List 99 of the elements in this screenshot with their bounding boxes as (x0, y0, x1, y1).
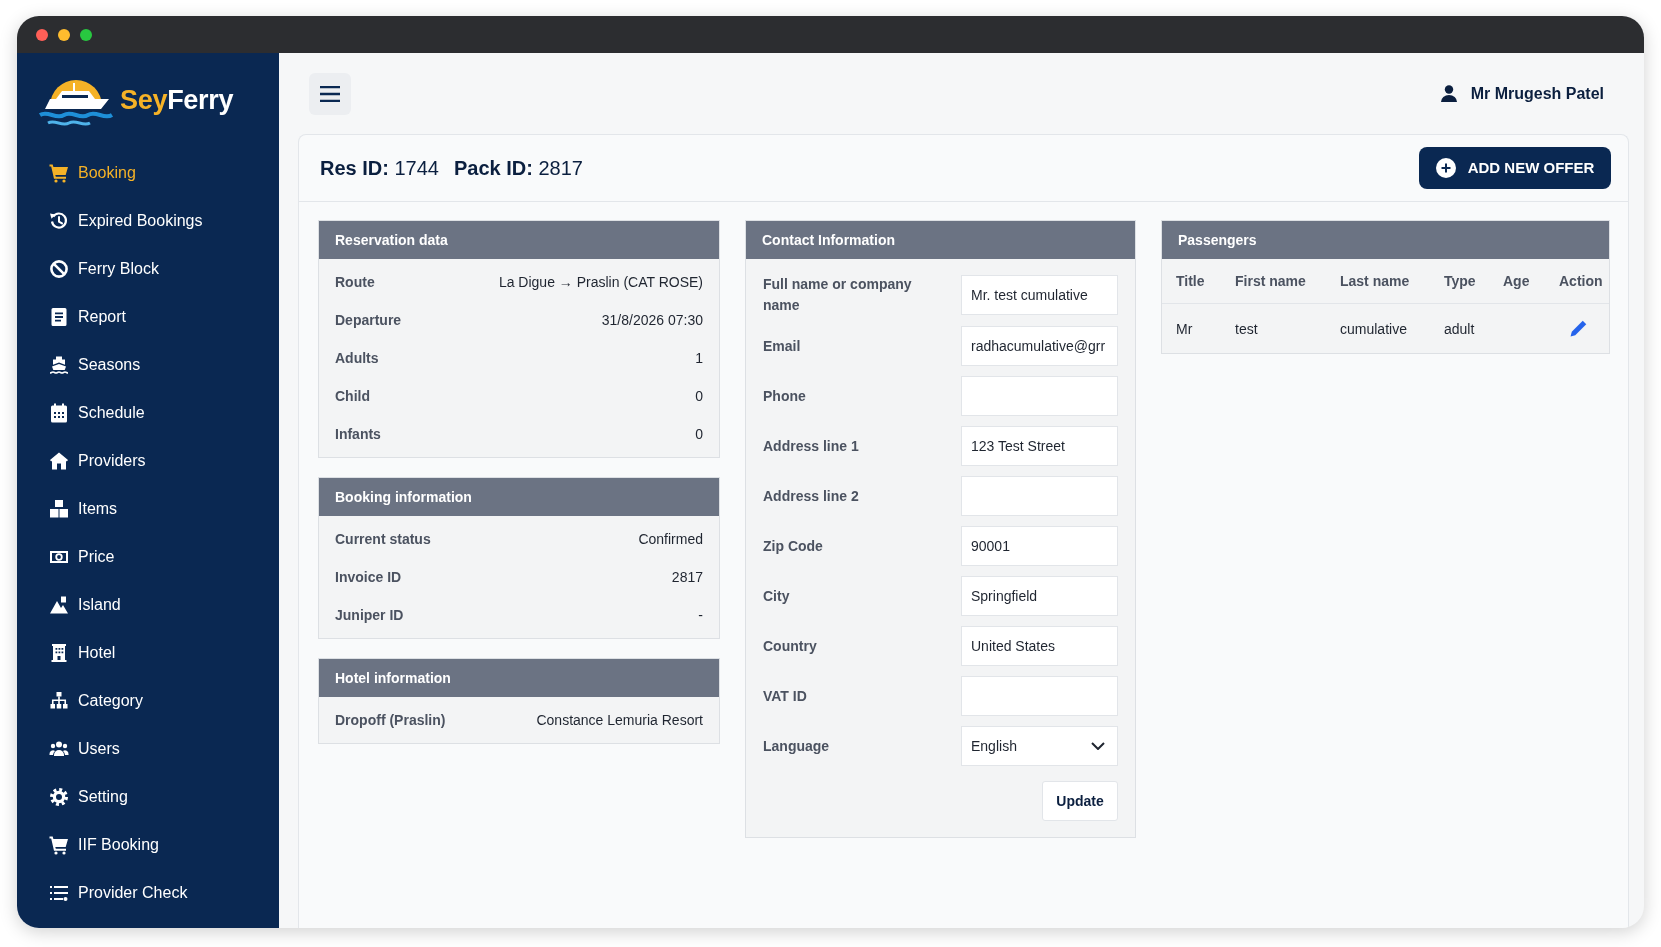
sidebar-item[interactable]: IIF Booking (49, 829, 159, 861)
text-field[interactable] (961, 676, 1118, 716)
sidebar-item[interactable]: Ferry Block (49, 253, 159, 285)
language-select[interactable]: English (961, 726, 1118, 766)
field-value: La Digue → Praslin (CAT ROSE) (498, 272, 703, 292)
field-value: 0 (695, 424, 703, 444)
field-label: Dropoff (Praslin) (335, 710, 446, 730)
table-cell: cumulative (1340, 320, 1407, 337)
field-label: City (763, 586, 791, 606)
field-label: Address line 2 (763, 486, 860, 506)
field-label: Language (763, 736, 831, 756)
field-label: Country (763, 636, 818, 656)
calendar-icon (49, 403, 69, 423)
ferry-icon (49, 355, 69, 375)
sidebar-item[interactable]: Schedule (49, 397, 145, 429)
logo-text: SeyFerry (120, 86, 234, 114)
sitemap-icon (49, 691, 69, 711)
menu-icon (320, 85, 340, 102)
text-field[interactable]: 90001 (961, 526, 1118, 566)
text-field[interactable] (961, 476, 1118, 516)
cart-icon (49, 835, 69, 855)
field-value: 0 (695, 386, 703, 406)
panel-header: Hotel information (319, 659, 719, 697)
sidebar-item[interactable]: Expired Bookings (49, 205, 203, 237)
sidebar-item[interactable]: Report (49, 301, 127, 333)
table-cell: adult (1444, 320, 1475, 337)
column-header: Last name (1340, 273, 1410, 289)
user-icon (1440, 85, 1457, 102)
sidebar-item[interactable]: Users (49, 733, 120, 765)
table-cell: Mr (1176, 320, 1193, 337)
plus-icon (1435, 158, 1456, 178)
panel-header: Reservation data (319, 221, 719, 259)
field-label: Adults (335, 348, 379, 368)
update-button[interactable]: Update (1042, 781, 1118, 821)
text-field[interactable]: radhacumulative@grr (961, 326, 1118, 366)
field-value: Confirmed (638, 529, 703, 549)
field-label: Infants (335, 424, 381, 444)
field-label: Juniper ID (335, 605, 404, 625)
field-label: Phone (763, 386, 807, 406)
column-header: Type (1444, 273, 1476, 289)
sidebar-item[interactable]: Providers (49, 445, 146, 477)
cart-icon (49, 163, 69, 183)
table-cell: test (1235, 320, 1258, 337)
sidebar-item[interactable]: Booking (49, 157, 136, 189)
column-header: First name (1235, 273, 1306, 289)
window-control-icon[interactable] (58, 28, 70, 41)
text-field[interactable]: Mr. test cumulative (961, 275, 1118, 315)
field-label: Zip Code (763, 536, 824, 556)
field-value: 31/8/2026 07:30 (601, 310, 703, 330)
document-icon (49, 307, 69, 327)
text-field[interactable] (961, 376, 1118, 416)
panel-header: Contact Information (746, 221, 1135, 259)
field-label: Full name or company name (763, 275, 913, 315)
field-label: Child (335, 386, 370, 406)
field-label: Current status (335, 529, 431, 549)
house-icon (49, 451, 69, 471)
panel-header: Passengers (1162, 221, 1609, 259)
sidebar-item[interactable]: Price (49, 541, 115, 573)
window-control-icon[interactable] (36, 28, 48, 41)
list-icon (49, 883, 69, 903)
column-header: Title (1176, 273, 1205, 289)
sidebar-item[interactable]: Island (49, 589, 121, 621)
text-field[interactable]: 123 Test Street (961, 426, 1118, 466)
sidebar-item[interactable]: Items (49, 493, 118, 525)
column-header: Action (1559, 273, 1603, 289)
text-field[interactable]: United States (961, 626, 1118, 666)
text-field[interactable]: Springfield (961, 576, 1118, 616)
field-label: Route (335, 272, 375, 292)
user-menu[interactable]: Mr Mrugesh Patel (1440, 81, 1604, 106)
field-label: VAT ID (763, 686, 808, 706)
field-label: Address line 1 (763, 436, 860, 456)
add-offer-button[interactable]: ADD NEW OFFER (1419, 147, 1611, 189)
sidebar-item[interactable]: Provider Check (49, 877, 188, 909)
edit-icon[interactable] (1570, 320, 1587, 337)
window-control-icon[interactable] (80, 28, 92, 41)
sidebar-item[interactable]: Category (49, 685, 143, 717)
field-value: 2817 (671, 567, 703, 587)
field-value: Constance Lemuria Resort (536, 710, 703, 730)
users-icon (49, 739, 69, 759)
building-icon (49, 643, 69, 663)
pack-id: Pack ID: 2817 (453, 156, 583, 181)
sidebar-item[interactable]: Setting (49, 781, 128, 813)
field-label: Invoice ID (335, 567, 402, 587)
history-icon (49, 211, 69, 231)
chevron-down-icon (1091, 742, 1105, 750)
boxes-icon (49, 499, 69, 519)
field-value: 1 (695, 348, 703, 368)
sidebar-item[interactable]: Hotel (49, 637, 116, 669)
reservation-id: Res ID: 1744 (320, 156, 439, 181)
menu-button[interactable] (309, 72, 351, 115)
sidebar-item[interactable]: Seasons (49, 349, 141, 381)
mountain-icon (49, 595, 69, 615)
panel-header: Booking information (319, 478, 719, 516)
field-label: Email (763, 336, 802, 356)
settings-icon (49, 787, 69, 807)
field-value: - (698, 605, 703, 625)
field-label: Departure (335, 310, 402, 330)
ban-icon (49, 259, 69, 279)
column-header: Age (1503, 273, 1530, 289)
